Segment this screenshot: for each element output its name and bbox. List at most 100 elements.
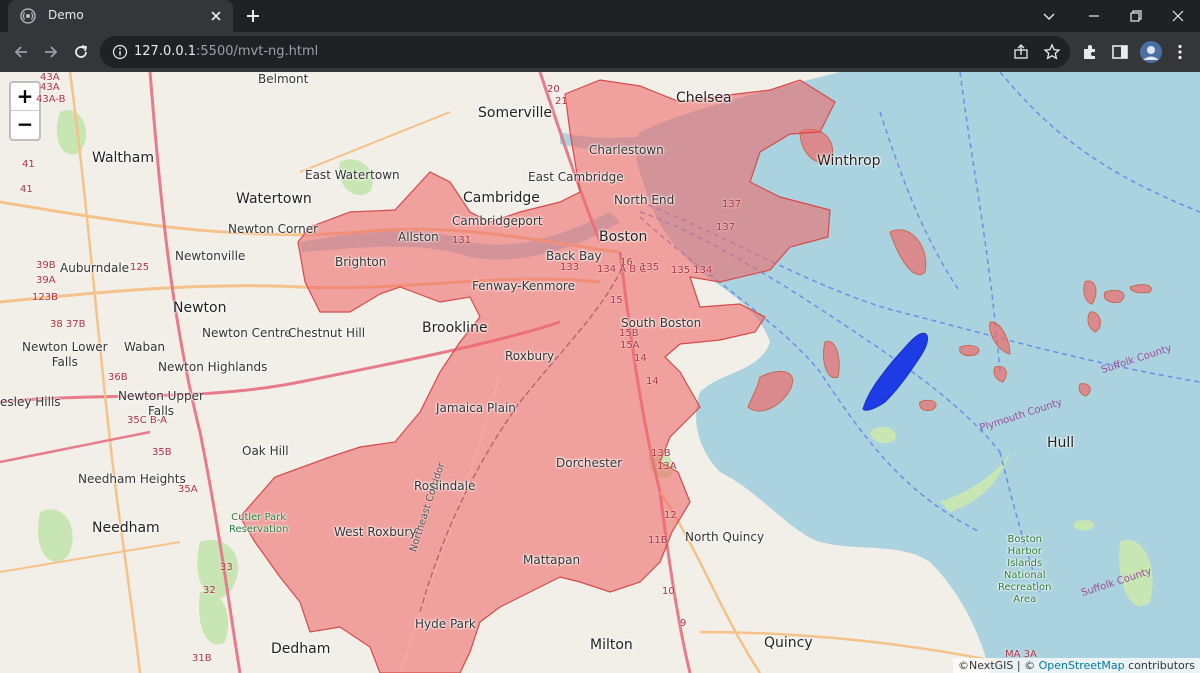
place-label: Auburndale <box>60 261 130 275</box>
place-label: Needham Heights <box>78 472 186 486</box>
restore-icon[interactable] <box>1126 6 1146 26</box>
place-label: Hull <box>1047 435 1075 451</box>
place-label: Mattapan <box>523 553 581 567</box>
route-label: 131 <box>452 235 472 246</box>
route-label: 21 <box>555 96 568 107</box>
place-label: Cambridge <box>463 190 540 206</box>
route-label: 41 <box>20 184 33 195</box>
route-label: 41 <box>22 159 35 170</box>
place-label: Back Bay <box>546 249 602 263</box>
profile-avatar[interactable] <box>1139 40 1163 64</box>
route-label: 15B <box>619 328 639 339</box>
place-label: Dorchester <box>556 456 623 470</box>
broadcast-icon <box>20 8 36 24</box>
map-attribution: ©NextGIS | © OpenStreetMap contributors <box>953 658 1200 673</box>
place-label: Charlestown <box>589 143 664 157</box>
address-bar[interactable]: 127.0.0.1:5500/mvt-ng.html <box>100 36 1070 68</box>
place-label: Needham <box>92 520 160 536</box>
place-label: Newtonville <box>175 249 246 263</box>
zoom-in-button[interactable]: + <box>11 83 39 111</box>
route-label: 134 A B C <box>597 264 647 275</box>
route-label: 125 <box>130 262 150 273</box>
route-label: 39B <box>36 260 56 271</box>
route-label: 38 37B <box>50 319 86 330</box>
park-label: Boston Harbor Islands National Recreatio… <box>998 534 1052 605</box>
place-label: Chestnut Hill <box>288 326 366 340</box>
route-label: 15A <box>620 340 640 351</box>
route-label: 10 <box>662 586 675 597</box>
reload-icon[interactable] <box>71 42 91 62</box>
place-label: Brighton <box>335 255 387 269</box>
place-label: Waban <box>124 340 166 354</box>
place-label: Fenway-Kenmore <box>472 279 575 293</box>
zoom-control: + − <box>9 81 41 141</box>
place-label: esley Hills <box>0 395 61 409</box>
place-label: Belmont <box>258 72 309 86</box>
share-icon[interactable] <box>1011 42 1031 62</box>
browser-toolbar: 127.0.0.1:5500/mvt-ng.html <box>0 32 1200 72</box>
place-label: Hyde Park <box>415 617 476 631</box>
place-label: North End <box>614 193 675 207</box>
route-label: 123B <box>32 292 58 303</box>
route-label: 133 <box>560 262 580 273</box>
new-tab-icon[interactable] <box>244 7 262 25</box>
minimize-icon[interactable] <box>1084 6 1104 26</box>
place-label: West Roxbury <box>334 525 417 539</box>
place-label: Oak Hill <box>242 444 289 458</box>
close-window-icon[interactable] <box>1168 6 1188 26</box>
route-label: 35C B-A <box>127 415 167 426</box>
route-label: 13A <box>657 461 677 472</box>
route-label: 15 <box>610 295 623 306</box>
route-label: 39A <box>36 275 56 286</box>
site-info-icon[interactable] <box>112 44 128 60</box>
zoom-out-button[interactable]: − <box>11 111 39 138</box>
route-label: 43A <box>40 82 60 93</box>
route-label: 137 <box>716 222 736 233</box>
route-label: 32 <box>203 585 216 596</box>
place-label: Waltham <box>92 150 154 166</box>
back-arrow-icon[interactable] <box>11 42 31 62</box>
route-label: 36B <box>108 372 128 383</box>
route-label: 20 <box>547 84 560 95</box>
osm-link[interactable]: OpenStreetMap <box>1039 659 1125 672</box>
route-label: 11B <box>648 535 668 546</box>
route-label: 13B <box>651 448 671 459</box>
route-label: 137 <box>722 199 742 210</box>
place-label: Dedham <box>271 641 331 657</box>
bookmark-star-icon[interactable] <box>1042 42 1062 62</box>
place-label: Jamaica Plain <box>436 401 516 415</box>
route-label: 9 <box>680 618 687 629</box>
route-label: 31B <box>192 653 212 664</box>
place-label: Winthrop <box>817 153 881 169</box>
url-text: 127.0.0.1:5500/mvt-ng.html <box>134 44 318 59</box>
route-label: 33 <box>220 562 233 573</box>
place-label: Newton <box>173 300 227 316</box>
route-label: 35B <box>152 447 172 458</box>
place-label: Newton Corner <box>228 222 319 236</box>
place-label: Quincy <box>764 635 813 651</box>
place-label: Roslindale <box>414 479 476 493</box>
side-panel-icon[interactable] <box>1110 42 1130 62</box>
place-label: Milton <box>590 637 633 653</box>
route-label: 135 <box>640 262 660 273</box>
place-label: East Watertown <box>305 168 400 182</box>
place-label: Chelsea <box>676 90 732 106</box>
place-label: Boston <box>599 229 648 245</box>
place-label: North Quincy <box>685 530 765 544</box>
place-label: East Cambridge <box>528 170 624 184</box>
place-label: Cambridgeport <box>452 214 543 228</box>
route-label: 135 134 <box>671 265 713 276</box>
tab-strip: Demo <box>0 0 1200 32</box>
menu-kebab-icon[interactable] <box>1170 42 1190 62</box>
forward-arrow-icon[interactable] <box>41 42 61 62</box>
close-tab-icon[interactable] <box>207 7 225 25</box>
attribution-suffix: contributors <box>1124 659 1195 672</box>
map-viewport[interactable]: + − Belmont Somerville Chelsea Charlesto… <box>0 72 1200 673</box>
tab-title: Demo <box>48 8 84 22</box>
route-label: 35A <box>178 484 198 495</box>
browser-tab[interactable]: Demo <box>8 0 233 32</box>
place-label: Brookline <box>422 320 488 336</box>
url-host: 127.0.0.1 <box>134 44 197 59</box>
extensions-puzzle-icon[interactable] <box>1080 42 1100 62</box>
tab-search-icon[interactable] <box>1039 6 1059 26</box>
